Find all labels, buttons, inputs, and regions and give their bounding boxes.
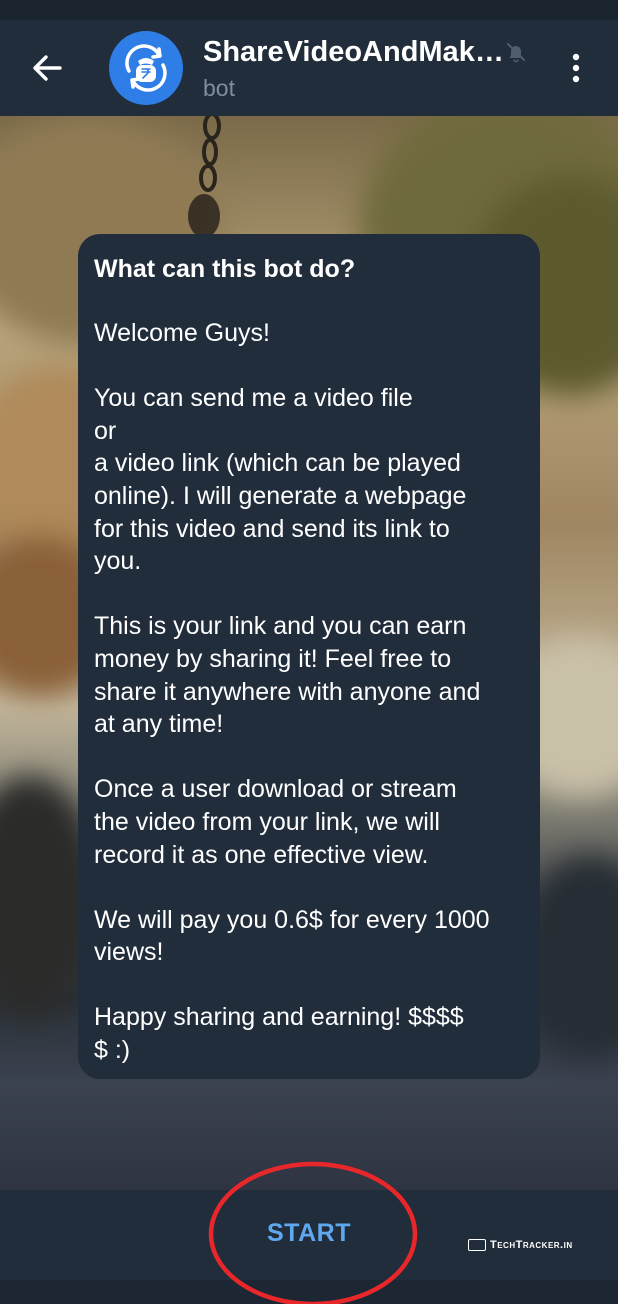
bot-description-bubble: What can this bot do? Welcome Guys! You … bbox=[78, 234, 540, 1079]
start-button-label: START bbox=[267, 1218, 351, 1247]
watermark-logo-icon bbox=[468, 1239, 486, 1251]
watermark: TechTracker.in bbox=[468, 1239, 573, 1251]
bell-muted-icon bbox=[507, 43, 525, 63]
arrow-left-icon bbox=[33, 55, 62, 81]
back-button[interactable] bbox=[22, 48, 72, 88]
status-bar bbox=[0, 0, 618, 20]
start-button[interactable]: START bbox=[0, 1190, 618, 1280]
bubble-paragraph: Happy sharing and earning! $$$$ $ :) bbox=[94, 1003, 464, 1065]
bubble-title: What can this bot do? bbox=[94, 255, 356, 283]
chat-title[interactable]: ShareVideoAndMak… bbox=[203, 36, 504, 69]
rupee-coin-refresh-icon bbox=[125, 44, 167, 92]
more-vertical-icon bbox=[572, 53, 580, 83]
chat-header: ShareVideoAndMak… bot bbox=[0, 20, 618, 116]
bubble-paragraph: We will pay you 0.6$ for every 1000 view… bbox=[94, 905, 490, 967]
bubble-paragraph: Welcome Guys! bbox=[94, 319, 270, 347]
chat-subtitle: bot bbox=[203, 75, 235, 101]
bubble-paragraph: Once a user download or stream the video… bbox=[94, 775, 457, 869]
bubble-paragraph: You can send me a video file or a video … bbox=[94, 384, 467, 576]
more-options-button[interactable] bbox=[558, 45, 594, 91]
bot-avatar[interactable] bbox=[109, 31, 183, 105]
bubble-paragraph: This is your link and you can earn money… bbox=[94, 612, 481, 739]
watermark-text: TechTracker.in bbox=[490, 1239, 573, 1251]
bottom-bar: START bbox=[0, 1190, 618, 1280]
